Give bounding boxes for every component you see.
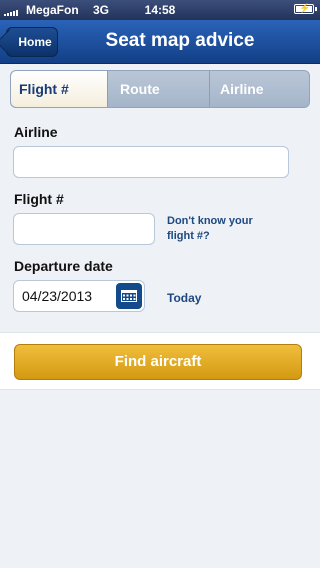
flight-number-input[interactable] [13,213,155,245]
airline-input[interactable] [13,146,289,178]
search-mode-tabs: Flight # Route Airline [10,70,310,108]
status-bar: MegaFon 3G 14:58 ⚡ [0,0,320,20]
page-title: Seat map advice [105,30,255,51]
flight-number-label: Flight # [14,191,64,207]
flight-number-help-link[interactable]: Don't know your flight #? [167,214,253,244]
flight-help-line2: flight #? [167,230,210,242]
tab-flight-number[interactable]: Flight # [11,71,108,107]
today-link[interactable]: Today [167,291,201,306]
airline-label: Airline [14,124,58,140]
tab-airline[interactable]: Airline [210,71,309,107]
tab-route[interactable]: Route [108,71,210,107]
departure-date-value: 04/23/2013 [22,288,93,304]
find-aircraft-button[interactable]: Find aircraft [14,344,302,380]
departure-date-label: Departure date [14,258,113,274]
battery-charging-icon: ⚡ [294,3,317,14]
departure-date-field[interactable]: 04/23/2013 [13,280,145,312]
navigation-bar: Home Seat map advice [0,20,320,64]
flight-help-line1: Don't know your [167,215,253,227]
status-time: 14:58 [144,3,176,17]
calendar-icon[interactable] [116,283,142,309]
